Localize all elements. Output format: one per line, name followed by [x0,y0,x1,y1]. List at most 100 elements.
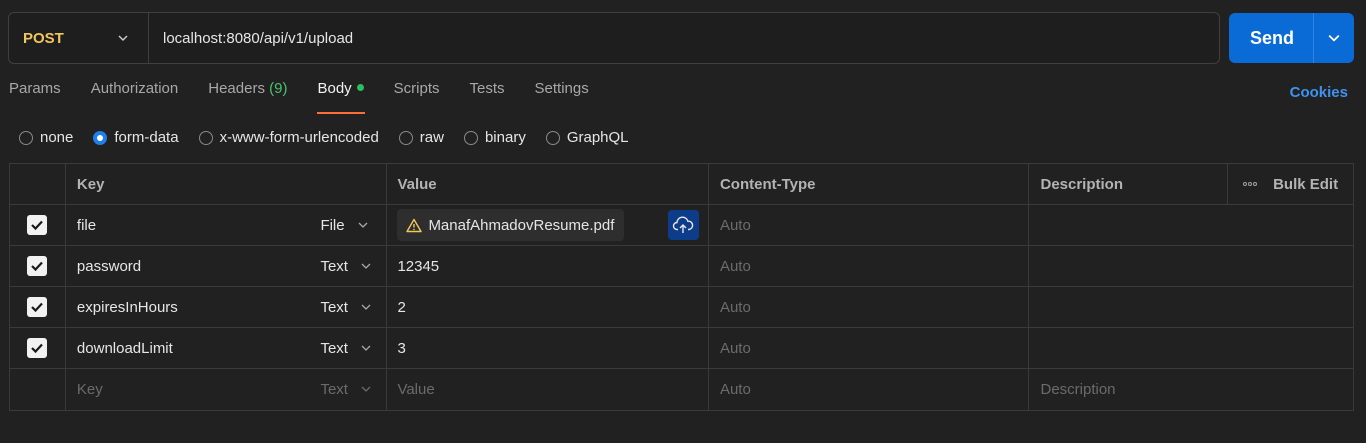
send-button-group: Send [1229,13,1354,63]
header-content-type: Content-Type [709,164,1030,204]
value-cell[interactable]: ManafAhmadovResume.pdf [387,205,709,245]
radio-circle-checked [93,130,108,145]
upload-file-button[interactable] [667,210,699,240]
tab-authorization[interactable]: Authorization [91,80,179,114]
header-key: Key [66,164,388,204]
content-type-text: Auto [719,298,751,316]
row-check-cell [10,246,66,286]
content-type-cell[interactable]: Auto [709,205,1030,245]
tab-body[interactable]: Body [317,80,365,114]
send-button[interactable]: Send [1229,28,1313,49]
value-text: 2 [397,298,406,316]
chevron-down-icon [361,304,371,310]
radio-form-data[interactable]: form-data [93,129,179,146]
row-check-cell [10,369,66,410]
headers-count: (9) [269,80,288,97]
cookies-link[interactable]: Cookies [1290,84,1348,101]
description-cell[interactable] [1029,328,1353,368]
table-row: password Text 12345 Auto [10,246,1353,287]
type-select[interactable]: Text [309,246,386,286]
tab-scripts[interactable]: Scripts [394,80,440,114]
radio-label: none [40,129,74,146]
send-options-button[interactable] [1314,13,1354,63]
cloud-upload-icon [673,216,694,233]
chevron-down-icon [361,386,371,392]
value-placeholder: Value [397,381,435,398]
checkmark-icon [31,343,44,354]
radio-x-www-form-urlencoded[interactable]: x-www-form-urlencoded [198,129,379,146]
tab-headers[interactable]: Headers (9) [208,80,287,114]
row-checkbox[interactable] [27,215,48,235]
value-text: 3 [397,339,406,357]
key-cell[interactable]: downloadLimit Text [66,328,388,368]
radio-label: GraphQL [566,129,629,146]
content-type-cell[interactable]: Auto [709,369,1030,410]
table-row: downloadLimit Text 3 Auto [10,328,1353,369]
warning-icon [406,218,423,232]
body-type-radios: none form-data x-www-form-urlencoded raw… [19,129,649,146]
radio-graphql[interactable]: GraphQL [545,129,629,146]
radio-label: x-www-form-urlencoded [219,129,379,146]
bulk-edit-label: Bulk Edit [1273,175,1339,193]
checkmark-icon [31,261,44,272]
bulk-edit-button[interactable]: Bulk Edit [1228,164,1353,204]
tab-settings[interactable]: Settings [535,80,589,114]
method-label: POST [23,29,64,47]
type-label: Text [320,257,348,275]
key-cell[interactable]: expiresInHours Text [66,287,388,327]
request-tabs: Params Authorization Headers (9) Body Sc… [9,80,619,114]
type-select[interactable]: File [309,205,386,245]
radio-label: form-data [114,129,179,146]
radio-binary[interactable]: binary [463,129,526,146]
content-type-cell[interactable]: Auto [709,328,1030,368]
tab-params[interactable]: Params [9,80,61,114]
url-bar: POST [8,12,1220,64]
header-check-cell [10,164,66,204]
tab-label: Authorization [90,80,179,97]
radio-circle [545,130,560,145]
tab-tests[interactable]: Tests [470,80,505,114]
description-cell[interactable]: Description [1029,369,1353,410]
header-description: Description [1029,164,1229,204]
type-label: Text [320,380,348,398]
description-cell[interactable] [1029,246,1353,286]
more-dots-icon [1243,182,1258,186]
key-cell[interactable]: Key Text [66,369,388,410]
row-checkbox[interactable] [27,256,48,276]
value-cell[interactable]: 3 [387,328,709,368]
type-select[interactable]: Text [309,287,386,327]
content-type-text: Auto [719,257,751,275]
tab-label: Settings [534,80,589,97]
description-cell[interactable] [1029,287,1353,327]
description-placeholder: Description [1040,381,1116,398]
radio-circle [398,130,413,145]
chevron-down-icon [118,35,128,41]
method-select[interactable]: POST [9,13,149,63]
radio-circle [19,130,33,145]
content-type-cell[interactable]: Auto [709,246,1030,286]
checkmark-icon [31,220,44,231]
key-cell[interactable]: file File [66,205,388,245]
value-cell[interactable]: Value [387,369,709,410]
row-checkbox[interactable] [27,338,48,358]
row-check-cell [10,328,66,368]
radio-raw[interactable]: raw [398,129,444,146]
content-type-placeholder: Auto [719,381,751,398]
value-cell[interactable]: 12345 [387,246,709,286]
key-cell[interactable]: password Text [66,246,388,286]
file-chip[interactable]: ManafAhmadovResume.pdf [397,209,625,241]
value-text: 12345 [397,257,440,275]
radio-none[interactable]: none [19,129,73,146]
description-cell[interactable] [1029,205,1353,245]
tab-label: Tests [469,80,505,97]
row-checkbox[interactable] [27,297,48,317]
type-select[interactable]: Text [309,369,386,409]
row-check-cell [10,287,66,327]
value-cell[interactable]: 2 [387,287,709,327]
type-select[interactable]: Text [309,328,386,368]
chevron-down-icon [358,222,368,228]
content-type-cell[interactable]: Auto [709,287,1030,327]
content-type-text: Auto [719,216,751,234]
radio-label: raw [419,129,444,146]
url-input[interactable] [149,13,1219,63]
